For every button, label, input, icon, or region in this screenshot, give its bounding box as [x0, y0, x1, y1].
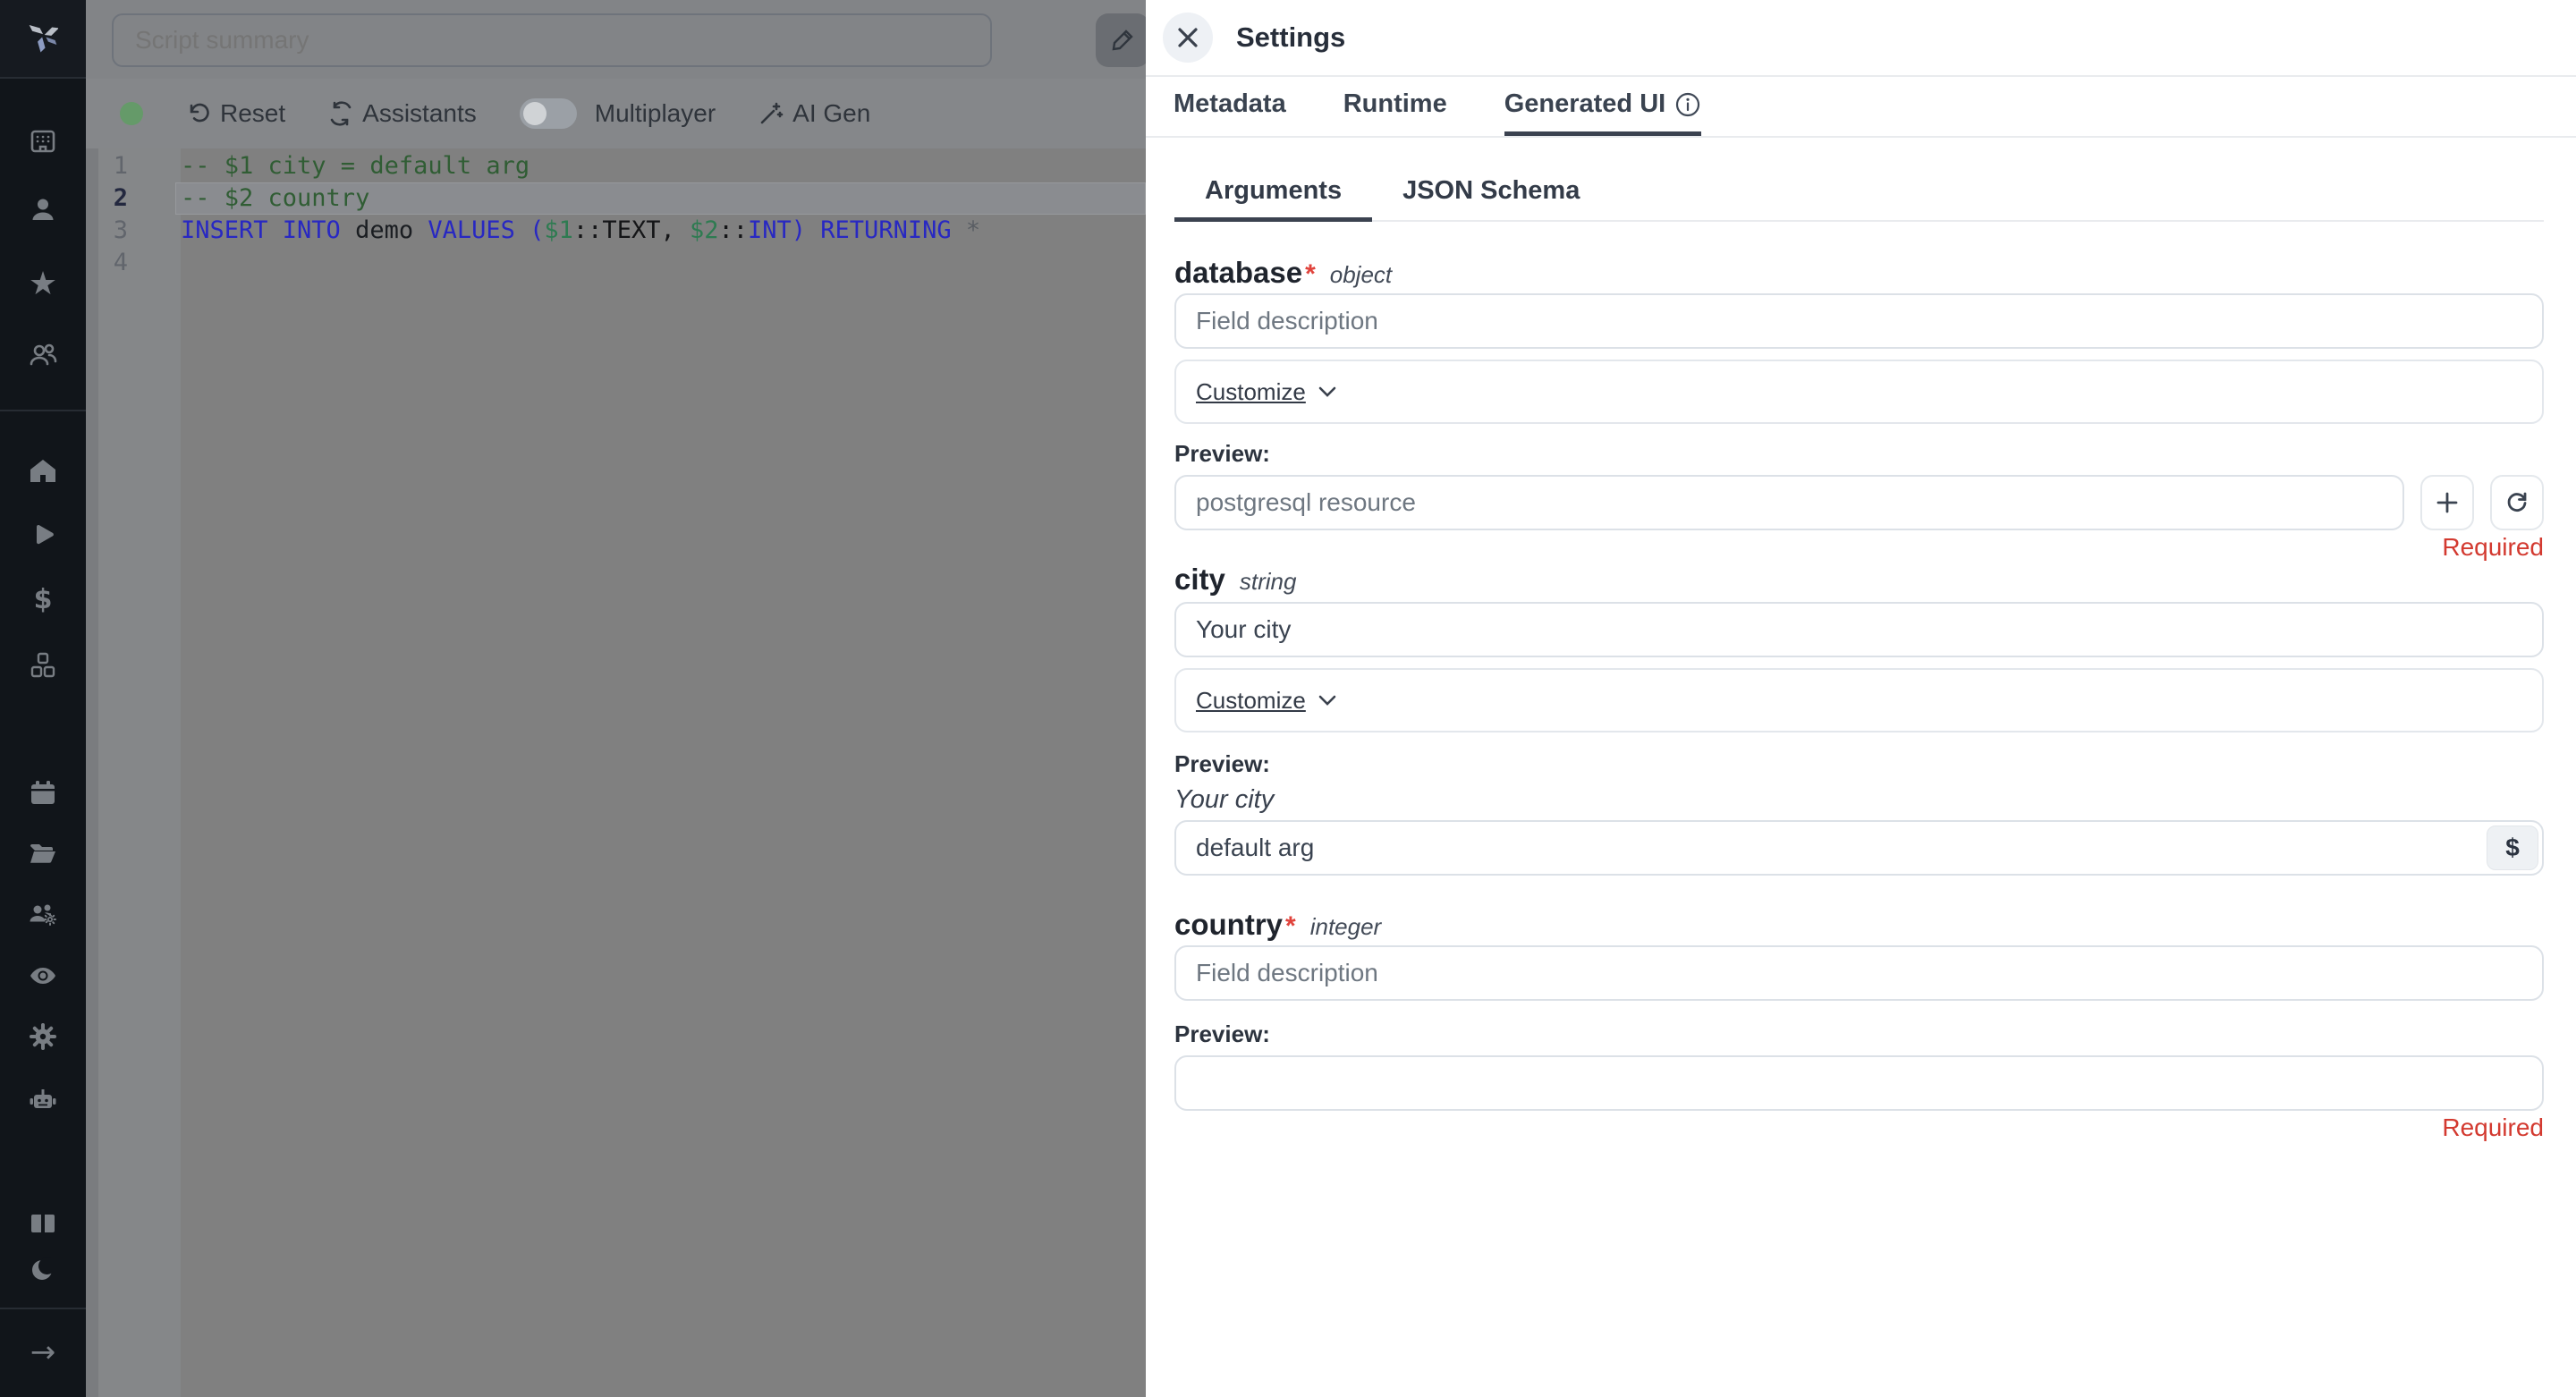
- add-resource-button[interactable]: [2420, 475, 2474, 530]
- database-description-input[interactable]: [1174, 293, 2544, 349]
- drawer-header: Settings: [1146, 0, 2576, 77]
- dollar-icon: $: [2505, 834, 2520, 862]
- chevron-down-icon[interactable]: [1318, 695, 1336, 707]
- tab-metadata[interactable]: Metadata: [1174, 77, 1286, 136]
- arguments-form: database * object Customize Preview:: [1174, 256, 2544, 1143]
- variable-picker-button[interactable]: $: [2487, 826, 2538, 870]
- field-name: country: [1174, 908, 1283, 942]
- field-heading-database: database * object: [1174, 256, 2544, 290]
- required-note: Required: [1174, 532, 2544, 563]
- modal-backdrop[interactable]: [0, 0, 1146, 1397]
- preview-label: Preview:: [1174, 1020, 2544, 1048]
- field-name: city: [1174, 563, 1225, 597]
- info-icon[interactable]: [1674, 91, 1701, 118]
- close-icon: [1176, 26, 1199, 49]
- city-default-wrap: $: [1174, 820, 2544, 876]
- settings-tabs: Metadata Runtime Generated UI: [1146, 77, 2576, 138]
- database-customize-box: Customize: [1174, 360, 2544, 424]
- customize-link[interactable]: Customize: [1196, 378, 1306, 406]
- city-preview-description: Your city: [1174, 785, 2544, 815]
- field-heading-city: city string: [1174, 563, 2544, 597]
- generated-ui-subtabs: Arguments JSON Schema: [1174, 165, 2544, 222]
- subtab-arguments[interactable]: Arguments: [1174, 165, 1372, 222]
- plus-icon: [2436, 491, 2459, 514]
- subtab-json-schema[interactable]: JSON Schema: [1372, 165, 1610, 222]
- city-default-input[interactable]: [1174, 820, 2544, 876]
- required-asterisk: *: [1285, 911, 1296, 942]
- settings-drawer: Settings Metadata Runtime Generated UI A…: [1146, 0, 2576, 1397]
- tab-generated-ui-label: Generated UI: [1504, 89, 1666, 119]
- refresh-resources-button[interactable]: [2490, 475, 2544, 530]
- required-asterisk: *: [1305, 259, 1316, 290]
- city-customize-box: Customize: [1174, 668, 2544, 732]
- refresh-icon: [2505, 491, 2529, 514]
- database-preview-row: [1174, 475, 2544, 530]
- field-type: object: [1330, 261, 1392, 289]
- country-preview-input[interactable]: [1174, 1055, 2544, 1111]
- preview-label: Preview:: [1174, 750, 2544, 778]
- customize-link[interactable]: Customize: [1196, 687, 1306, 715]
- database-preview-input[interactable]: [1174, 475, 2404, 530]
- tab-runtime[interactable]: Runtime: [1343, 77, 1447, 136]
- field-type: string: [1240, 568, 1297, 596]
- country-description-input[interactable]: [1174, 945, 2544, 1001]
- required-note: Required: [1174, 1113, 2544, 1143]
- close-button[interactable]: [1163, 13, 1213, 63]
- field-heading-country: country * integer: [1174, 908, 2544, 942]
- field-type: integer: [1310, 913, 1382, 941]
- chevron-down-icon[interactable]: [1318, 386, 1336, 398]
- city-description-input[interactable]: [1174, 602, 2544, 657]
- drawer-title: Settings: [1236, 21, 1345, 54]
- field-name: database: [1174, 256, 1302, 290]
- tab-generated-ui[interactable]: Generated UI: [1504, 77, 1702, 136]
- preview-label: Preview:: [1174, 440, 2544, 468]
